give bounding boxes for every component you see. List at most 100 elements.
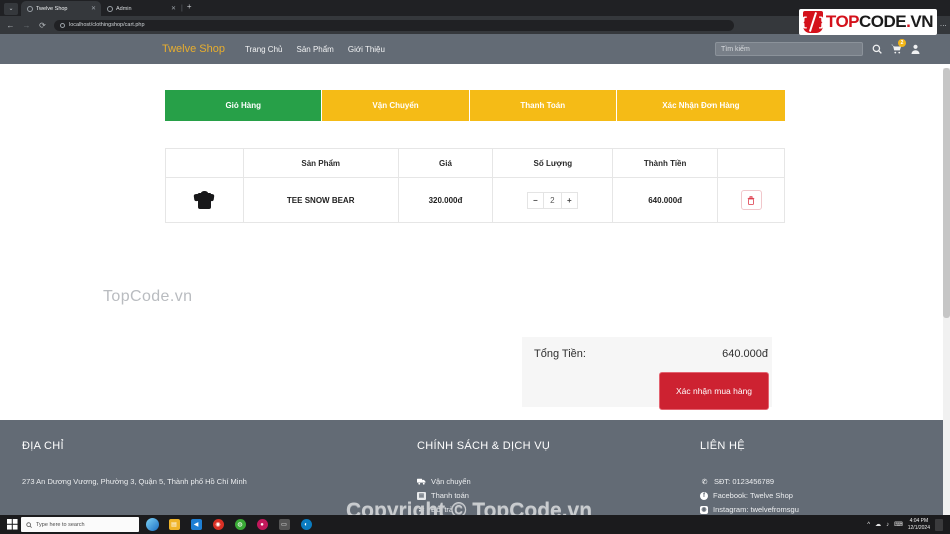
tab-search-button[interactable]: ⌄	[4, 3, 18, 15]
footer-contact-column: LIÊN HỆ ✆ SĐT: 0123456789 f Facebook: Tw…	[700, 440, 930, 515]
clock-time: 4:04 PM	[909, 517, 929, 524]
address-bar-url: localhost/clothingshop/cart.php	[69, 22, 145, 28]
wordmark-code: CODE	[859, 12, 907, 31]
slash-icon	[808, 12, 817, 32]
cart-icon[interactable]: 2	[891, 39, 906, 54]
close-icon[interactable]: ✕	[91, 5, 96, 12]
windows-taskbar: Type here to search ▤ ◀ ◉ ◍ ● ▭ ◐ ^ ☁ ♪ …	[0, 515, 950, 534]
volume-icon[interactable]: ♪	[886, 522, 889, 528]
quantity-decrease-button[interactable]: −	[526, 191, 544, 209]
quantity-increase-button[interactable]: +	[560, 191, 578, 209]
truck-icon	[417, 478, 426, 486]
column-image	[165, 148, 244, 178]
page-scrollbar[interactable]	[943, 68, 950, 515]
cart-table: Sản Phẩm Giá Số Lượng Thành Tiền TEE SNO…	[165, 148, 785, 223]
wordmark-vn: VN	[910, 12, 933, 31]
confirm-purchase-button[interactable]: Xác nhận mua hàng	[659, 372, 769, 410]
cart-table-body: TEE SNOW BEAR 320.000đ − 2 + 640.000đ	[165, 177, 785, 223]
windows-start-icon[interactable]	[3, 519, 21, 530]
search-input[interactable]: Tìm kiếm	[715, 42, 863, 56]
step-confirm[interactable]: Xác Nhận Đơn Hàng	[616, 90, 785, 121]
xampp-icon[interactable]: ◍	[229, 515, 251, 534]
step-cart[interactable]: Giỏ Hàng	[165, 90, 323, 121]
footer-address-text: 273 An Dương Vương, Phường 3, Quận 5, Th…	[22, 477, 247, 486]
total-label: Tổng Tiền:	[534, 348, 586, 360]
cart-badge: 2	[898, 39, 906, 47]
reload-button[interactable]: ⟳	[38, 21, 47, 30]
column-remove	[717, 148, 785, 178]
back-button[interactable]: ←	[6, 21, 15, 30]
list-item[interactable]: f Facebook: Twelve Shop	[700, 491, 930, 500]
tshirt-thumbnail-icon[interactable]	[193, 190, 215, 209]
topcode-shield-icon: { }	[800, 11, 826, 33]
browser-tab-admin[interactable]: Admin ✕	[101, 1, 181, 16]
tab-favicon	[107, 5, 113, 12]
table-header-row: Sản Phẩm Giá Số Lượng Thành Tiền	[165, 148, 785, 178]
cmd-icon[interactable]: ▭	[273, 515, 295, 534]
vscode-icon[interactable]: ◀	[185, 515, 207, 534]
screen: ⌄ Twelve Shop ✕ Admin ✕ | + ← → ⟳ localh…	[0, 0, 950, 534]
search-icon	[26, 521, 32, 528]
total-row: Tổng Tiền: 640.000đ	[522, 337, 772, 360]
clock-date: 12/1/2024	[907, 524, 930, 531]
nav-item-home[interactable]: Trang Chủ	[245, 45, 283, 54]
delete-row-button[interactable]	[740, 190, 762, 210]
browser-menu-icon[interactable]: ⋮	[939, 22, 946, 29]
brace-left: {	[800, 14, 808, 30]
file-explorer-icon[interactable]: ▤	[163, 515, 185, 534]
taskbar-search-placeholder: Type here to search	[36, 521, 85, 528]
cart-content: Giỏ Hàng Vận Chuyển Thanh Toán Xác Nhận …	[0, 90, 950, 420]
tray-expand-icon[interactable]: ^	[867, 522, 870, 528]
chrome-icon[interactable]: ◉	[207, 515, 229, 534]
taskbar-app-list: ▤ ◀ ◉ ◍ ● ▭ ◐	[141, 515, 317, 534]
list-item[interactable]: ✆ SĐT: 0123456789	[700, 477, 930, 486]
site-header: Twelve Shop Trang Chủ Sản Phẩm Giới Thiệ…	[0, 34, 950, 64]
step-shipping[interactable]: Vận Chuyển	[322, 90, 470, 121]
forward-button[interactable]: →	[22, 21, 31, 30]
footer-contact-heading: LIÊN HỆ	[700, 440, 745, 452]
taskbar-clock[interactable]: 4:04 PM 12/1/2024	[908, 518, 930, 532]
new-tab-button[interactable]: +	[183, 0, 196, 16]
close-icon[interactable]: ✕	[171, 5, 176, 12]
column-quantity: Số Lượng	[492, 148, 614, 178]
nav-item-products[interactable]: Sản Phẩm	[296, 45, 333, 54]
list-item[interactable]: Vận chuyển	[417, 477, 700, 486]
footer-contact-list: ✆ SĐT: 0123456789 f Facebook: Twelve Sho…	[700, 477, 930, 514]
user-icon[interactable]	[911, 44, 920, 54]
contact-label-phone: SĐT: 0123456789	[714, 477, 775, 486]
search-icon[interactable]	[872, 44, 882, 54]
system-tray: ^ ☁ ♪ ⌨ 4:04 PM 12/1/2024	[867, 518, 947, 532]
header-actions: Tìm kiếm 2	[715, 39, 930, 56]
quantity-stepper: − 2 +	[526, 191, 578, 209]
app-icon[interactable]: ●	[251, 515, 273, 534]
site-info-icon[interactable]	[60, 22, 65, 28]
facebook-icon: f	[700, 491, 708, 500]
total-value: 640.000đ	[722, 348, 768, 360]
cell-quantity: − 2 +	[492, 177, 614, 223]
browser-chrome: ⌄ Twelve Shop ✕ Admin ✕ | + ← → ⟳ localh…	[0, 0, 950, 35]
cell-product-name: TEE SNOW BEAR	[242, 177, 399, 223]
cart-table-head: Sản Phẩm Giá Số Lượng Thành Tiền	[165, 148, 785, 178]
show-desktop-button[interactable]	[935, 518, 943, 531]
checkout-steps: Giỏ Hàng Vận Chuyển Thanh Toán Xác Nhận …	[165, 90, 785, 121]
browser-tab-twelve-shop[interactable]: Twelve Shop ✕	[21, 1, 101, 16]
contact-label-facebook: Facebook: Twelve Shop	[713, 491, 793, 500]
browser-toolbar-right: ⋮	[939, 22, 946, 29]
taskbar-search-input[interactable]: Type here to search	[21, 517, 139, 532]
column-price: Giá	[397, 148, 494, 178]
keyboard-icon[interactable]: ⌨	[894, 521, 903, 528]
quantity-value[interactable]: 2	[542, 191, 562, 209]
brace-right: }	[817, 14, 826, 30]
policy-label-shipping: Vận chuyển	[431, 477, 471, 486]
edge-icon[interactable]: ◐	[295, 515, 317, 534]
cloud-icon[interactable]: ☁	[875, 521, 881, 528]
cell-line-total: 640.000đ	[612, 177, 719, 223]
footer-policy-heading: CHÍNH SÁCH & DỊCH VỤ	[417, 440, 551, 452]
scrollbar-thumb[interactable]	[943, 68, 950, 318]
address-bar[interactable]: localhost/clothingshop/cart.php	[54, 19, 734, 31]
nav-item-about[interactable]: Giới Thiệu	[348, 45, 385, 54]
cortana-icon[interactable]	[141, 515, 163, 534]
list-item[interactable]: ◉ Instagram: twelvefromsgu	[700, 505, 930, 514]
step-payment[interactable]: Thanh Toán	[469, 90, 617, 121]
site-brand[interactable]: Twelve Shop	[162, 43, 225, 55]
